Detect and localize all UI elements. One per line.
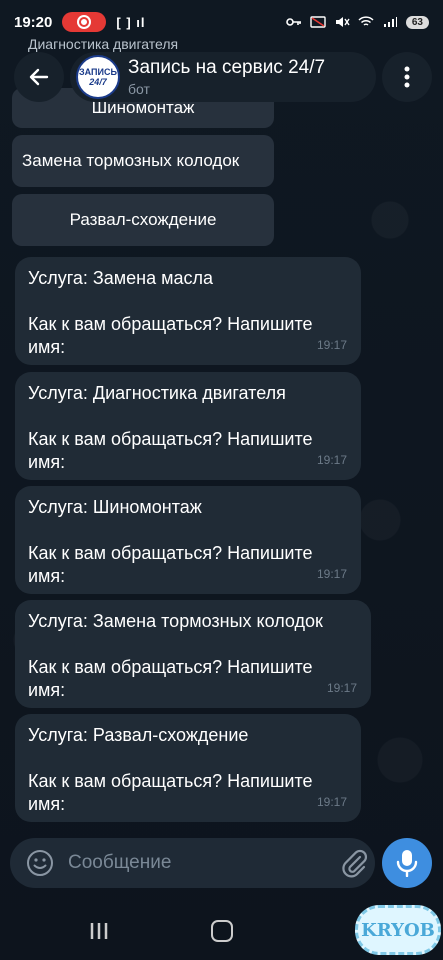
- arrow-left-icon: [29, 68, 49, 86]
- message-service: Услуга: Развал-схождение: [28, 725, 249, 745]
- chat-subtitle: бот: [128, 81, 150, 97]
- message-bubble[interactable]: Услуга: Развал-схождение Как к вам обращ…: [15, 714, 361, 822]
- watermark-text: KRYOB: [361, 919, 435, 941]
- voice-message-button[interactable]: [382, 838, 432, 888]
- signal-icon: [383, 17, 397, 27]
- cast-icon: [310, 16, 326, 28]
- message-bubble[interactable]: Услуга: Замена масла Как к вам обращатьс…: [15, 257, 361, 365]
- message-text: имя:: [28, 680, 66, 700]
- message-service: Услуга: Диагностика двигателя: [28, 383, 286, 403]
- mute-icon: [335, 17, 350, 27]
- battery-indicator: 63: [405, 15, 429, 29]
- message-bubble[interactable]: Услуга: Замена тормозных колодок Как к в…: [15, 600, 371, 708]
- message-text: Как к вам обращаться? Напишите: [28, 429, 313, 449]
- message-service: Услуга: Шиномонтаж: [28, 497, 202, 517]
- message-service: Услуга: Замена масла: [28, 268, 214, 288]
- status-bar: 19:20 [ ] ıl 63: [0, 0, 443, 44]
- message-composer: [10, 838, 375, 888]
- message-text: имя:: [28, 452, 66, 472]
- wifi-icon: [358, 16, 374, 26]
- avatar-logo-bottom: 24/7: [89, 77, 107, 87]
- recent-apps-icon[interactable]: [88, 922, 110, 940]
- message-text: Как к вам обращаться? Напишите: [28, 657, 313, 677]
- message-text: Как к вам обращаться? Напишите: [28, 314, 313, 334]
- status-right-icons: 63: [286, 15, 429, 29]
- message-time: 19:17: [316, 453, 347, 467]
- message-text: Как к вам обращаться? Напишите: [28, 771, 313, 791]
- message-service: Услуга: Замена тормозных колодок: [28, 611, 323, 631]
- message-time: 19:17: [316, 567, 347, 581]
- key-icon: [286, 18, 301, 26]
- screen-record-indicator: [62, 12, 107, 32]
- watermark-logo: KRYOB: [355, 905, 441, 955]
- message-time: 19:17: [316, 795, 347, 809]
- chat-header: ЗАПИСЬ 24/7 Запись на сервис 24/7 бот: [8, 50, 436, 104]
- avatar-logo-top: ЗАПИСЬ: [79, 67, 117, 77]
- smile-icon[interactable]: [26, 849, 54, 877]
- message-bubble[interactable]: Услуга: Шиномонтаж Как к вам обращаться?…: [15, 486, 361, 594]
- keyboard-button-wheel-alignment[interactable]: Развал-схождение: [12, 194, 274, 246]
- message-input[interactable]: [68, 846, 318, 880]
- status-time: 19:20: [14, 13, 53, 31]
- message-text: имя:: [28, 794, 66, 814]
- avatar: ЗАПИСЬ 24/7: [76, 55, 120, 99]
- microphone-icon: [396, 850, 418, 877]
- message-bubble[interactable]: Услуга: Диагностика двигателя Как к вам …: [15, 372, 361, 480]
- more-menu-button[interactable]: [382, 52, 432, 102]
- message-text: имя:: [28, 566, 66, 586]
- chat-title: Запись на сервис 24/7: [128, 57, 326, 78]
- back-button[interactable]: [14, 52, 64, 102]
- message-time: 19:17: [316, 338, 347, 352]
- message-text: Как к вам обращаться? Напишите: [28, 543, 313, 563]
- keyboard-button-brake-pads[interactable]: Замена тормозных колодок: [12, 135, 274, 187]
- message-text: имя:: [28, 337, 66, 357]
- more-vertical-icon: [404, 66, 410, 88]
- status-small-icons: [ ] ıl: [116, 14, 146, 30]
- paperclip-icon[interactable]: [340, 848, 368, 878]
- chat-info[interactable]: ЗАПИСЬ 24/7 Запись на сервис 24/7 бот: [70, 52, 376, 102]
- message-time: 19:17: [326, 681, 357, 695]
- home-button[interactable]: [211, 920, 233, 942]
